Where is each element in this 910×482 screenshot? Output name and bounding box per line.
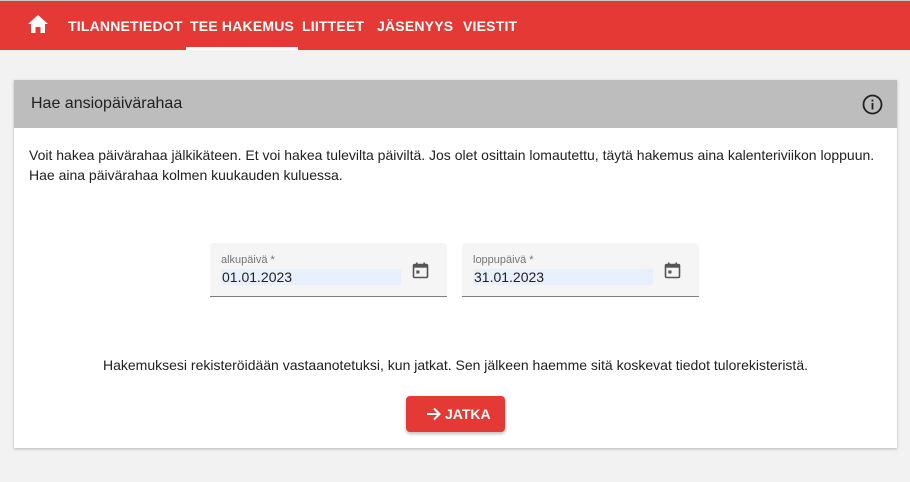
home-icon[interactable] xyxy=(27,14,49,34)
end-date-label: loppupäivä * xyxy=(473,254,534,266)
card-header: Hae ansiopäivärahaa xyxy=(14,80,897,128)
calendar-icon[interactable] xyxy=(664,262,681,279)
start-date-input[interactable]: 01.01.2023 xyxy=(221,269,401,285)
card-title: Hae ansiopäivärahaa xyxy=(31,95,183,112)
nav-item-viestit[interactable]: VIESTIT xyxy=(463,18,517,34)
nav-item-tee-hakemus[interactable]: TEE HAKEMUS xyxy=(185,18,299,50)
end-date-input[interactable]: 31.01.2023 xyxy=(473,269,653,285)
end-date-field[interactable]: loppupäivä * 31.01.2023 xyxy=(462,243,699,297)
top-navigation: TILANNETIEDOT TEE HAKEMUS LIITTEET JÄSEN… xyxy=(0,0,910,50)
nav-item-liitteet[interactable]: LIITTEET xyxy=(302,18,364,34)
continue-button-label: JATKA xyxy=(445,406,491,422)
start-date-field[interactable]: alkupäivä * 01.01.2023 xyxy=(210,243,447,297)
nav-item-jasenyys[interactable]: JÄSENYYS xyxy=(377,18,453,34)
start-date-label: alkupäivä * xyxy=(221,254,275,266)
calendar-icon[interactable] xyxy=(412,262,429,279)
continue-button[interactable]: JATKA xyxy=(406,396,505,432)
arrow-right-icon xyxy=(427,407,441,421)
intro-text: Voit hakea päivärahaa jälkikäteen. Et vo… xyxy=(29,145,891,185)
registration-notice: Hakemuksesi rekisteröidään vastaanotetuk… xyxy=(102,357,809,373)
info-icon[interactable] xyxy=(862,94,883,115)
nav-item-tilannetiedot[interactable]: TILANNETIEDOT xyxy=(68,18,183,34)
application-card: Hae ansiopäivärahaa Voit hakea päiväraha… xyxy=(14,80,897,448)
intro-line: Voit hakea päivärahaa jälkikäteen. Et vo… xyxy=(29,147,875,163)
intro-line: Hae aina päivärahaa kolmen kuukauden kul… xyxy=(29,167,343,183)
